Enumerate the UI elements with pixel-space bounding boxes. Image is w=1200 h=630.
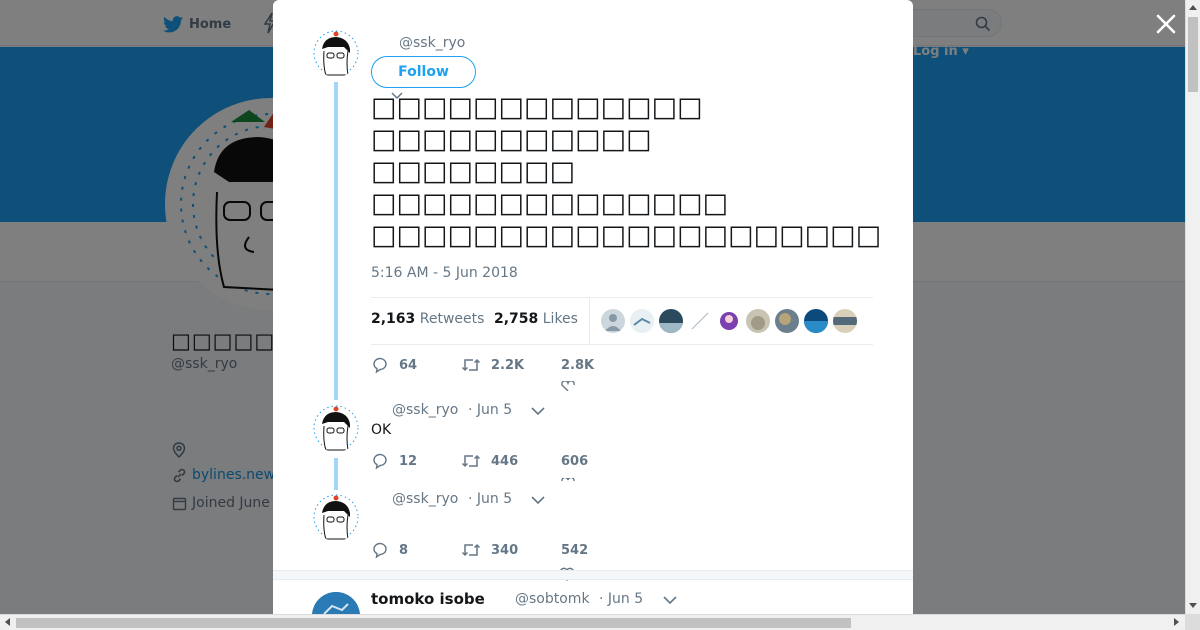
reply-count: 8 [399, 542, 409, 558]
stats-divider [589, 298, 590, 344]
horizontal-scrollbar[interactable] [0, 614, 1185, 630]
author-avatar[interactable] [312, 29, 360, 77]
reply-count: 12 [399, 453, 418, 469]
liker-avatar[interactable] [659, 309, 683, 333]
reply-actions: 8 340 542 [371, 541, 588, 559]
vertical-scroll-thumb[interactable] [1188, 17, 1198, 92]
retweets-count: 2,163 [371, 311, 416, 327]
tweet-text-line: □□□□□□□□ [371, 156, 576, 187]
reply-button[interactable]: 12 [371, 452, 461, 470]
chevron-down-icon[interactable] [531, 406, 545, 416]
heart-icon[interactable] [560, 381, 576, 391]
reply-button[interactable]: 8 [371, 541, 461, 559]
likers-avatars [601, 309, 862, 333]
retweets-label: Retweets [419, 311, 485, 327]
reply-handle[interactable]: @ssk_ryo [392, 402, 458, 418]
follow-button[interactable]: Follow [371, 56, 476, 88]
tweet-text-line: □□□□□□□□□□□□□□□□□□□□□□□□□□□□□□ [371, 220, 881, 251]
reply-date[interactable]: · Jun 5 [468, 491, 512, 507]
like-count: 542 [561, 542, 589, 558]
thread-connector-line [334, 458, 338, 490]
reply-handle[interactable]: @ssk_ryo [392, 491, 458, 507]
scroll-left-arrow-icon[interactable] [5, 618, 10, 626]
reply-text: OK [371, 422, 392, 438]
retweet-button[interactable]: 446 [461, 453, 561, 469]
chevron-down-icon[interactable] [663, 595, 677, 605]
tweet-stats: 2,163 Retweets 2,758 Likes [371, 297, 873, 345]
thread-connector-line [334, 82, 338, 400]
reply-count: 64 [399, 357, 418, 373]
vertical-scrollbar[interactable] [1185, 0, 1200, 614]
likes-label: Likes [542, 311, 578, 327]
like-count: 2.8K [561, 357, 595, 373]
liker-avatar[interactable] [804, 309, 828, 333]
retweet-icon [461, 358, 481, 372]
liker-avatar[interactable] [833, 309, 857, 333]
chevron-down-icon[interactable] [531, 495, 545, 505]
horizontal-scroll-thumb[interactable] [16, 618, 851, 628]
like-count: 606 [561, 453, 589, 469]
likes-stat[interactable]: 2,758 Likes [494, 311, 578, 327]
scroll-down-arrow-icon[interactable] [1189, 603, 1197, 608]
liker-avatar[interactable] [630, 309, 654, 333]
tweet-permalink-modal: @ssk_ryo Follow □□□□□□□□□□□□□ □□□□□□□□□□… [273, 0, 913, 614]
next-tweet-date[interactable]: · Jun 5 [599, 591, 643, 607]
liker-avatar[interactable] [688, 309, 712, 333]
tweet-actions: 64 2.2K 2.8K [371, 356, 594, 374]
retweet-count: 446 [491, 453, 519, 469]
tweet-text-line: □□□□□□□□□□□□□ [371, 92, 703, 123]
reply-author-avatar[interactable] [312, 404, 360, 452]
like-button[interactable]: 606 [561, 454, 588, 469]
retweet-button[interactable]: 2.2K [461, 357, 561, 373]
retweet-icon [461, 454, 481, 468]
liker-avatar[interactable] [775, 309, 799, 333]
tweet-text: □□□□□□□□□□□□□ □□□□□□□□□□□ □□□□□□□□ □□□□□… [371, 92, 881, 252]
liker-avatar[interactable] [601, 309, 625, 333]
tweet-timestamp[interactable]: 5:16 AM - 5 Jun 2018 [371, 265, 518, 281]
likes-count: 2,758 [494, 311, 539, 327]
reply-icon [373, 453, 387, 470]
reply-button[interactable]: 64 [371, 356, 461, 374]
scrollbar-corner [1185, 614, 1200, 630]
retweet-count: 340 [491, 542, 519, 558]
reply-icon [373, 357, 387, 374]
retweet-button[interactable]: 340 [461, 542, 561, 558]
reply-actions: 12 446 606 [371, 452, 588, 470]
scroll-right-arrow-icon[interactable] [1174, 618, 1179, 626]
reply-date[interactable]: · Jun 5 [468, 402, 512, 418]
tweet-text-line: □□□□□□□□□□□□□□ [371, 188, 729, 219]
retweets-stat[interactable]: 2,163 Retweets [371, 311, 484, 327]
liker-avatar[interactable] [746, 309, 770, 333]
like-button[interactable]: 542 [561, 543, 588, 558]
retweet-icon [461, 543, 481, 557]
retweet-count: 2.2K [491, 357, 525, 373]
like-button[interactable]: 2.8K [561, 358, 594, 373]
heart-icon[interactable] [560, 478, 576, 482]
reply-icon [373, 542, 387, 559]
reply-author-avatar[interactable] [312, 493, 360, 541]
scroll-up-arrow-icon[interactable] [1189, 5, 1197, 10]
liker-avatar[interactable] [717, 309, 741, 333]
author-handle[interactable]: @ssk_ryo [399, 35, 465, 51]
close-icon[interactable] [1152, 10, 1180, 38]
tweet-text-line: □□□□□□□□□□□ [371, 124, 652, 155]
next-tweet-author-name[interactable]: tomoko isobe [371, 590, 485, 608]
thread-separator [273, 570, 913, 580]
next-author-avatar[interactable] [312, 592, 360, 614]
next-tweet-author-handle[interactable]: @sobtomk [515, 591, 590, 607]
